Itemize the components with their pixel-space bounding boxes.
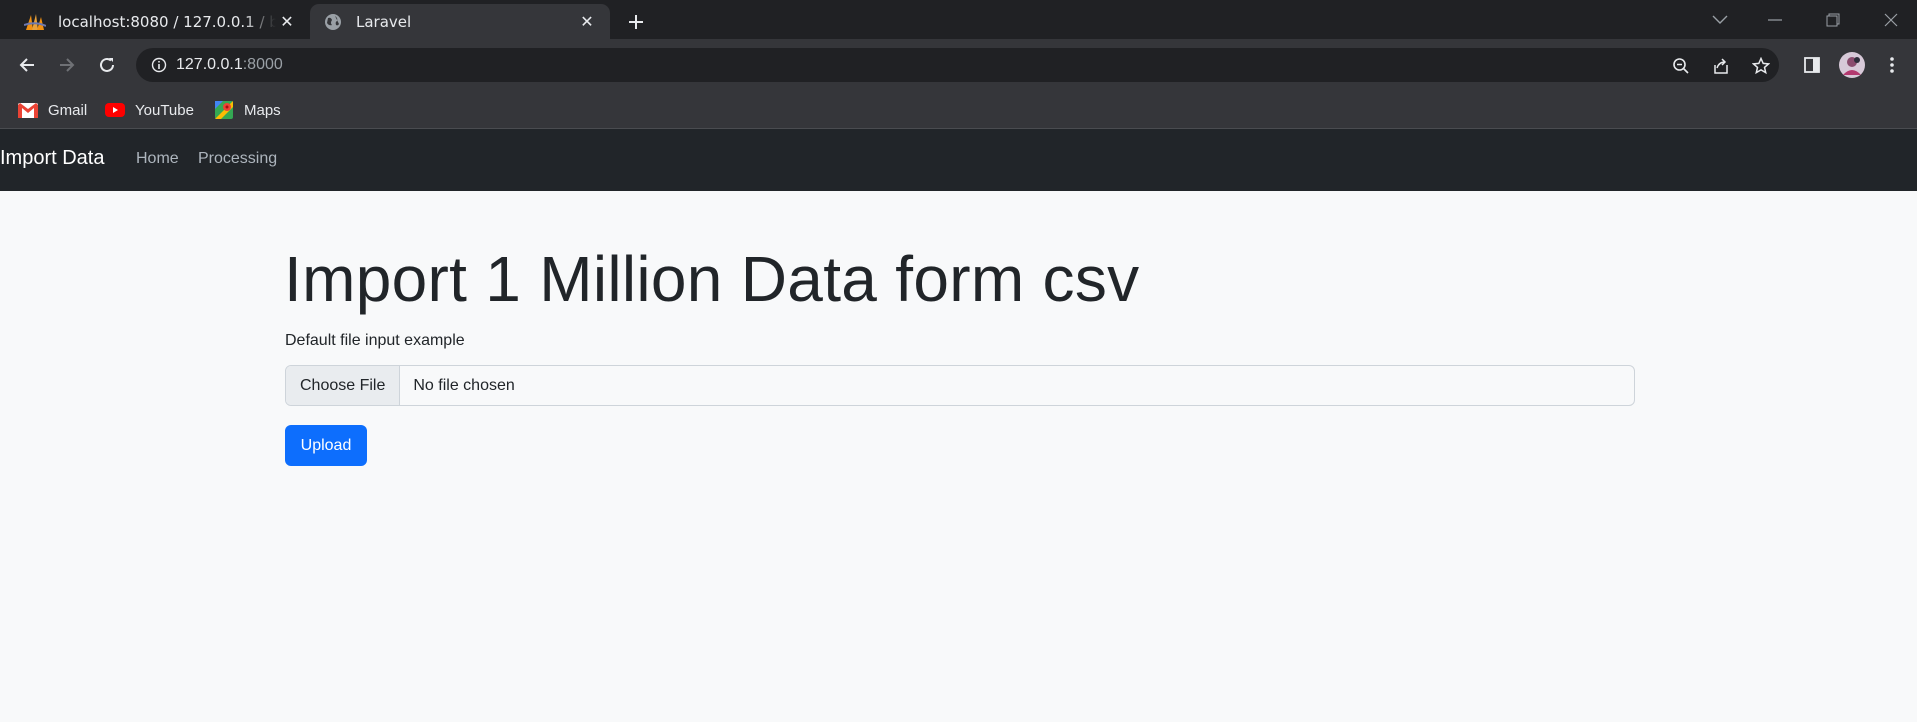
close-window-icon[interactable] bbox=[1868, 0, 1914, 39]
restore-icon[interactable] bbox=[1810, 0, 1856, 39]
bookmark-star-icon[interactable] bbox=[1748, 53, 1774, 79]
navbar-brand[interactable]: Import Data bbox=[0, 147, 104, 170]
reload-icon[interactable] bbox=[91, 49, 123, 81]
globe-icon bbox=[322, 11, 344, 33]
page-title: Import 1 Million Data form csv bbox=[284, 243, 1140, 315]
tab-laravel[interactable]: Laravel ✕ bbox=[310, 4, 610, 39]
browser-tab-strip: localhost:8080 / 127.0.0.1 / batch ✕ Lar… bbox=[0, 0, 1917, 39]
bookmark-maps[interactable]: Maps bbox=[214, 98, 281, 122]
nav-link-home[interactable]: Home bbox=[136, 150, 179, 168]
bookmarks-bar: Gmail YouTube Maps bbox=[0, 91, 1917, 129]
youtube-icon bbox=[105, 102, 125, 118]
tab-title: localhost:8080 / 127.0.0.1 / batch bbox=[58, 12, 276, 31]
url-text: 127.0.0.1:8000 bbox=[176, 56, 283, 74]
avatar[interactable] bbox=[1836, 49, 1868, 81]
bookmark-label: Maps bbox=[244, 101, 281, 119]
zoom-icon[interactable] bbox=[1668, 53, 1694, 79]
side-panel-icon[interactable] bbox=[1796, 49, 1828, 81]
tab-title: Laravel bbox=[356, 12, 412, 31]
minimize-icon[interactable] bbox=[1752, 0, 1798, 39]
browser-toolbar: 127.0.0.1:8000 bbox=[0, 39, 1917, 91]
upload-button[interactable]: Upload bbox=[285, 425, 367, 466]
nav-link-processing[interactable]: Processing bbox=[198, 150, 277, 168]
url-port: :8000 bbox=[242, 56, 283, 73]
phpmyadmin-icon bbox=[24, 11, 46, 33]
maps-icon bbox=[214, 101, 234, 119]
share-icon[interactable] bbox=[1708, 53, 1734, 79]
close-tab-icon[interactable]: ✕ bbox=[576, 11, 598, 33]
bookmark-label: YouTube bbox=[135, 101, 194, 119]
file-status-text: No file chosen bbox=[413, 376, 515, 394]
file-input[interactable]: Choose File No file chosen bbox=[285, 365, 1635, 406]
site-navbar: Import Data Home Processing bbox=[0, 129, 1917, 191]
tab-search-icon[interactable] bbox=[1697, 0, 1743, 39]
new-tab-icon[interactable] bbox=[622, 8, 650, 36]
gmail-icon bbox=[18, 102, 38, 118]
bookmark-label: Gmail bbox=[48, 101, 88, 119]
back-icon[interactable] bbox=[11, 49, 43, 81]
tab-phpmyadmin[interactable]: localhost:8080 / 127.0.0.1 / batch ✕ bbox=[12, 4, 310, 39]
close-tab-icon[interactable]: ✕ bbox=[276, 11, 298, 33]
file-input-label: Default file input example bbox=[285, 332, 465, 349]
bookmark-gmail[interactable]: Gmail bbox=[18, 98, 87, 122]
address-bar[interactable]: 127.0.0.1:8000 bbox=[136, 48, 1779, 82]
bookmark-youtube[interactable]: YouTube bbox=[105, 98, 194, 122]
menu-kebab-icon[interactable] bbox=[1876, 49, 1908, 81]
forward-icon[interactable] bbox=[51, 49, 83, 81]
url-host: 127.0.0.1 bbox=[176, 56, 243, 73]
choose-file-button[interactable]: Choose File bbox=[286, 366, 401, 405]
site-info-icon[interactable] bbox=[142, 57, 176, 73]
